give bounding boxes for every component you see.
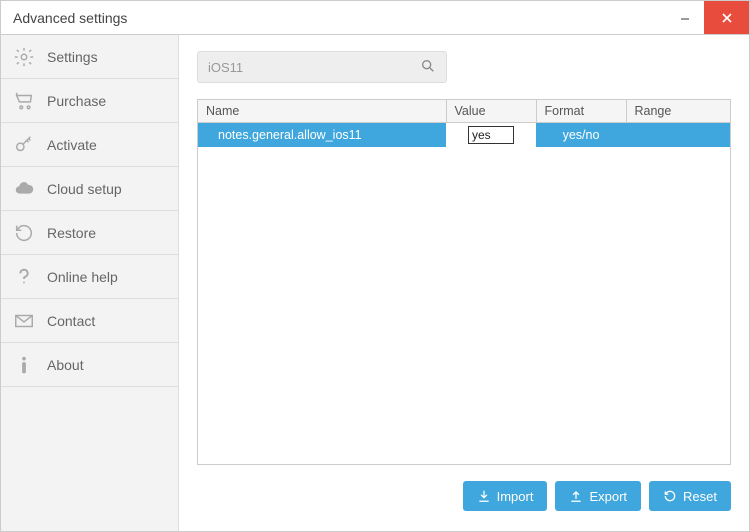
col-format[interactable]: Format — [536, 100, 626, 123]
col-name[interactable]: Name — [198, 100, 446, 123]
import-icon — [477, 489, 491, 503]
export-button[interactable]: Export — [555, 481, 641, 511]
reset-icon — [663, 489, 677, 503]
export-icon — [569, 489, 583, 503]
minimize-button[interactable] — [666, 1, 704, 34]
sidebar-item-purchase[interactable]: Purchase — [1, 79, 178, 123]
cloud-icon — [11, 176, 37, 202]
sidebar: Settings Purchase Activate — [1, 35, 179, 531]
sidebar-item-label: Contact — [47, 313, 95, 329]
sidebar-item-label: Purchase — [47, 93, 106, 109]
sidebar-item-cloud-setup[interactable]: Cloud setup — [1, 167, 178, 211]
table-row[interactable]: notes.general.allow_ios11 yes/no — [198, 123, 730, 147]
restore-icon — [11, 220, 37, 246]
settings-table: Name Value Format Range notes.general.al… — [197, 99, 731, 465]
sidebar-item-online-help[interactable]: Online help — [1, 255, 178, 299]
cell-range — [626, 123, 730, 147]
col-range[interactable]: Range — [626, 100, 730, 123]
cart-icon — [11, 88, 37, 114]
value-input[interactable] — [468, 126, 514, 144]
search-icon — [420, 58, 436, 77]
search-box[interactable] — [197, 51, 447, 83]
sidebar-item-activate[interactable]: Activate — [1, 123, 178, 167]
info-icon — [11, 352, 37, 378]
sidebar-item-settings[interactable]: Settings — [1, 35, 178, 79]
sidebar-item-label: Online help — [47, 269, 118, 285]
mail-icon — [11, 308, 37, 334]
button-label: Export — [589, 489, 627, 504]
key-icon — [11, 132, 37, 158]
gear-icon — [11, 44, 37, 70]
sidebar-item-label: Settings — [47, 49, 98, 65]
window-title: Advanced settings — [13, 10, 666, 26]
button-label: Import — [497, 489, 534, 504]
sidebar-item-label: Cloud setup — [47, 181, 122, 197]
reset-button[interactable]: Reset — [649, 481, 731, 511]
sidebar-item-restore[interactable]: Restore — [1, 211, 178, 255]
close-button[interactable] — [704, 1, 749, 34]
sidebar-item-about[interactable]: About — [1, 343, 178, 387]
question-icon — [11, 264, 37, 290]
sidebar-item-contact[interactable]: Contact — [1, 299, 178, 343]
cell-format: yes/no — [536, 123, 626, 147]
button-label: Reset — [683, 489, 717, 504]
titlebar: Advanced settings — [1, 1, 749, 35]
import-button[interactable]: Import — [463, 481, 548, 511]
sidebar-item-label: About — [47, 357, 84, 373]
sidebar-item-label: Restore — [47, 225, 96, 241]
col-value[interactable]: Value — [446, 100, 536, 123]
cell-name: notes.general.allow_ios11 — [198, 123, 446, 147]
search-input[interactable] — [208, 60, 420, 75]
sidebar-item-label: Activate — [47, 137, 97, 153]
